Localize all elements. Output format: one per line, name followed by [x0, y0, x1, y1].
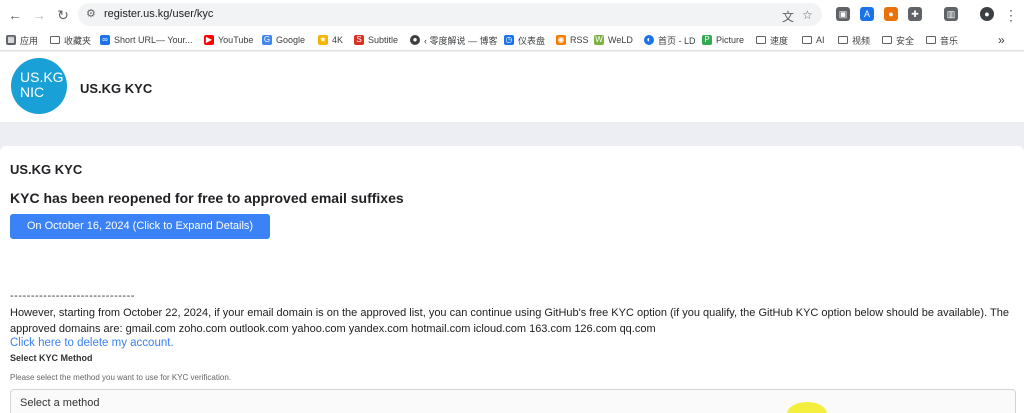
- side-panel-icon[interactable]: ▥: [944, 7, 958, 21]
- more-bookmarks-button[interactable]: »: [998, 33, 1005, 47]
- us-kg-nic-logo[interactable]: US.KG NIC: [11, 58, 67, 114]
- site-header: US.KG NIC US.KG KYC: [0, 52, 1024, 122]
- bookmark-google[interactable]: G Google: [262, 33, 305, 47]
- folder-icon: [926, 36, 936, 44]
- extensions-puzzle-icon[interactable]: ✚: [908, 7, 922, 21]
- apps-grid-icon: ▦: [6, 35, 16, 45]
- card-title: US.KG KYC: [10, 162, 83, 177]
- bookmark-picture[interactable]: P Picture: [702, 33, 744, 47]
- kyc-method-help: Please select the method you want to use…: [10, 373, 232, 382]
- text-divider: ------------------------------: [10, 290, 135, 302]
- folder-icon: [802, 36, 812, 44]
- kyc-card: US.KG KYC KYC has been reopened for free…: [0, 146, 1024, 413]
- 4k-icon: ★: [318, 35, 328, 45]
- site-title: US.KG KYC: [80, 81, 153, 96]
- kyc-method-select[interactable]: Select a method: [10, 389, 1016, 413]
- subtitle-icon: S: [354, 35, 364, 45]
- bookmark-folder-security[interactable]: 安全: [882, 33, 914, 47]
- extension-copy-icon[interactable]: ▣: [836, 7, 850, 21]
- delete-account-link[interactable]: Click here to delete my account.: [10, 337, 174, 349]
- bookmark-subtitle[interactable]: S Subtitle: [354, 33, 398, 47]
- bookmark-youtube[interactable]: ▶ YouTube: [204, 33, 253, 47]
- expand-details-button[interactable]: On October 16, 2024 (Click to Expand Det…: [10, 214, 270, 239]
- folder-icon: [838, 36, 848, 44]
- kyc-heading: KYC has been reopened for free to approv…: [10, 190, 404, 206]
- reload-icon[interactable]: ↻: [54, 6, 72, 24]
- folder-icon: [50, 36, 60, 44]
- extension-fox-icon[interactable]: ●: [884, 7, 898, 21]
- bookmark-folder-video[interactable]: 视频: [838, 33, 870, 47]
- folder-icon: [756, 36, 766, 44]
- forward-arrow-icon[interactable]: →: [30, 6, 48, 24]
- bookmark-rss[interactable]: ◉ RSS: [556, 33, 589, 47]
- weld-icon: W: [594, 35, 604, 45]
- bookmark-favorites[interactable]: 收藏夹: [50, 33, 91, 47]
- ld-icon: ◐: [644, 35, 654, 45]
- address-url[interactable]: register.us.kg/user/kyc: [104, 8, 213, 20]
- bookmark-dashboard[interactable]: ◷ 仪表盘: [504, 33, 545, 47]
- kyc-method-label: Select KYC Method: [10, 353, 93, 363]
- bookmark-apps[interactable]: ▦ 应用: [6, 33, 38, 47]
- bookmark-ld-home[interactable]: ◐ 首页 - LD: [644, 33, 696, 47]
- kyc-method-placeholder: Select a method: [20, 397, 100, 409]
- folder-icon: [882, 36, 892, 44]
- bookmark-star-icon[interactable]: ☆: [802, 8, 813, 22]
- rss-icon: ◉: [556, 35, 566, 45]
- bookmark-short-url[interactable]: ∞ Short URL— Your...: [100, 33, 193, 47]
- profile-avatar-icon[interactable]: ●: [980, 7, 994, 21]
- bookmark-folder-speed[interactable]: 速度: [756, 33, 788, 47]
- bookmarks-bar: ▦ 应用 收藏夹 ∞ Short URL— Your... ▶ YouTube G Go…: [0, 29, 1024, 51]
- browser-menu-icon[interactable]: ⋮: [1002, 6, 1020, 24]
- bookmark-folder-music[interactable]: 音乐: [926, 33, 958, 47]
- approved-domains-notice: However, starting from October 22, 2024,…: [10, 307, 1009, 335]
- youtube-icon: ▶: [204, 35, 214, 45]
- picture-icon: P: [702, 35, 712, 45]
- bookmark-weld[interactable]: W WeLD: [594, 33, 633, 47]
- dashboard-icon: ◷: [504, 35, 514, 45]
- bookmark-4k[interactable]: ★ 4K: [318, 33, 343, 47]
- site-info-icon[interactable]: ⚙: [86, 7, 96, 20]
- blog-icon: ●: [410, 35, 420, 45]
- address-bar[interactable]: ⚙ register.us.kg/user/kyc 文 ☆: [78, 3, 822, 26]
- link-icon: ∞: [100, 35, 110, 45]
- bookmark-blog[interactable]: ● ‹ 零度解说 — 博客: [410, 33, 498, 47]
- translate-icon[interactable]: 文: [782, 8, 794, 25]
- google-icon: G: [262, 35, 272, 45]
- bookmark-folder-ai[interactable]: AI: [802, 33, 825, 47]
- back-arrow-icon[interactable]: ←: [6, 6, 24, 24]
- browser-toolbar: ← → ↻ ⚙ register.us.kg/user/kyc 文 ☆ ▣ A …: [0, 0, 1024, 29]
- extension-a-icon[interactable]: A: [860, 7, 874, 21]
